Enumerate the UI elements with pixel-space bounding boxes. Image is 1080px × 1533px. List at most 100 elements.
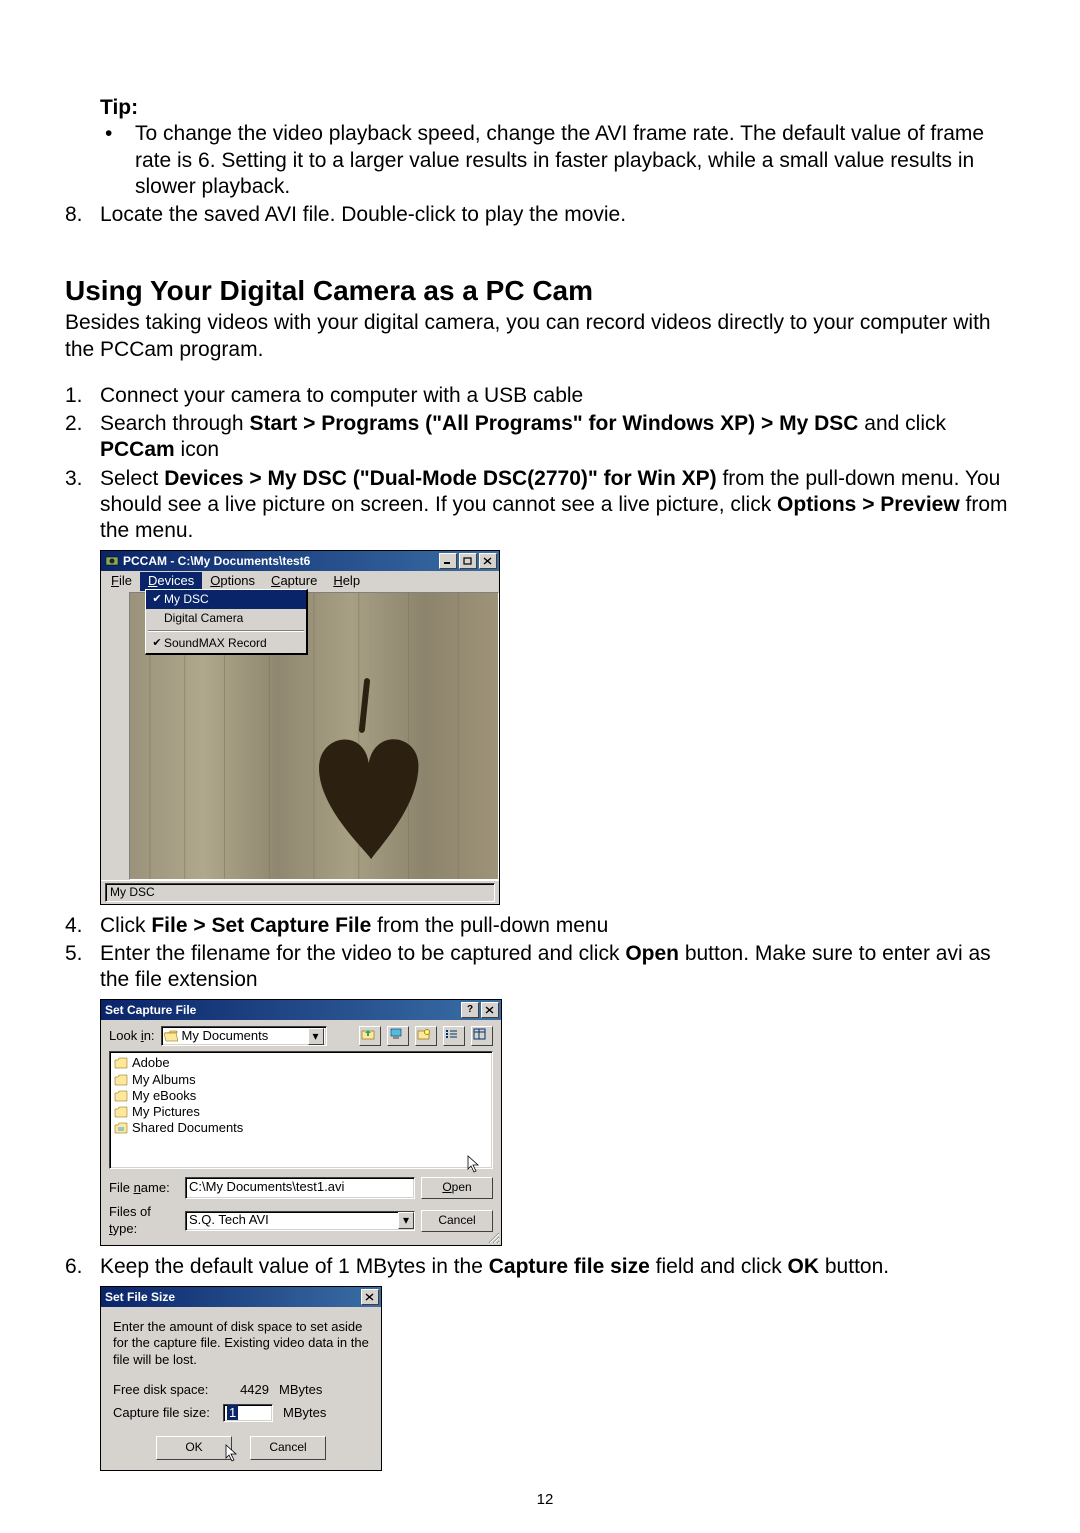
- menu-help[interactable]: Help: [325, 572, 368, 590]
- window-title: Set Capture File: [105, 1003, 196, 1018]
- capturesize-input[interactable]: 1: [223, 1404, 273, 1422]
- open-button[interactable]: Open: [421, 1177, 493, 1199]
- help-button[interactable]: ?: [461, 1002, 479, 1018]
- menu-devices[interactable]: Devices: [140, 572, 202, 590]
- cancel-button[interactable]: Cancel: [250, 1436, 326, 1460]
- dropdown-item-mydsc[interactable]: ✔ My DSC: [146, 590, 306, 609]
- text: field and click: [650, 1255, 788, 1278]
- filename-input[interactable]: C:\My Documents\test1.avi: [185, 1177, 415, 1199]
- folder-icon: [114, 1074, 128, 1086]
- devices-dropdown[interactable]: ✔ My DSC Digital Camera ✔ SoundMAX Recor…: [145, 589, 308, 655]
- titlebar[interactable]: Set File Size: [101, 1287, 381, 1307]
- filesize-screenshot: Set File Size Enter the amount of disk s…: [100, 1286, 1025, 1471]
- text-bold: Start > Programs ("All Programs" for Win…: [249, 412, 858, 435]
- section-intro: Besides taking videos with your digital …: [65, 310, 1025, 363]
- capturesize-value: 1: [227, 1405, 238, 1420]
- resize-grip-icon[interactable]: [486, 1230, 500, 1244]
- titlebar[interactable]: PCCAM - C:\My Documents\test6: [101, 551, 499, 571]
- list-item[interactable]: My Pictures: [114, 1104, 488, 1120]
- step-text: Locate the saved AVI file. Double-click …: [100, 202, 1025, 228]
- step-number: 5.: [65, 941, 100, 994]
- dropdown-arrow[interactable]: ▾: [398, 1212, 414, 1229]
- status-text: My DSC: [110, 885, 155, 899]
- step-text: Select Devices > My DSC ("Dual-Mode DSC(…: [100, 466, 1025, 545]
- list-item[interactable]: Adobe: [114, 1055, 488, 1071]
- step-text: Click File > Set Capture File from the p…: [100, 913, 1025, 939]
- pccam-window: PCCAM - C:\My Documents\test6 File Devic…: [100, 550, 500, 904]
- filesize-message: Enter the amount of disk space to set as…: [113, 1319, 369, 1368]
- folder-icon: [114, 1122, 128, 1134]
- folder-name: Shared Documents: [132, 1120, 243, 1136]
- folder-open-icon: [164, 1030, 178, 1042]
- filetype-dropdown[interactable]: S.Q. Tech AVI ▾: [185, 1211, 415, 1231]
- step-3: 3. Select Devices > My DSC ("Dual-Mode D…: [65, 466, 1025, 545]
- folder-icon: [114, 1106, 128, 1118]
- text-bold: PCCam: [100, 438, 175, 461]
- section-heading: Using Your Digital Camera as a PC Cam: [65, 273, 1025, 308]
- text-bold: File > Set Capture File: [151, 914, 371, 937]
- text-bold: OK: [788, 1255, 820, 1278]
- statusbar: My DSC: [101, 880, 499, 904]
- close-button[interactable]: [361, 1289, 379, 1305]
- menu-options[interactable]: Options: [202, 572, 263, 590]
- desktop-button[interactable]: [387, 1026, 409, 1046]
- step-number: 6.: [65, 1254, 100, 1280]
- text: Click: [100, 914, 151, 937]
- text: Keep the default value of 1 MBytes in th…: [100, 1255, 489, 1278]
- step-5: 5. Enter the filename for the video to b…: [65, 941, 1025, 994]
- folder-icon: [114, 1090, 128, 1102]
- step-text: Keep the default value of 1 MBytes in th…: [100, 1254, 1025, 1280]
- file-list[interactable]: Adobe My Albums My eBooks My Pictures Sh…: [109, 1051, 493, 1169]
- text: and click: [858, 412, 946, 435]
- titlebar[interactable]: Set Capture File ?: [101, 1000, 501, 1020]
- tip-label: Tip:: [100, 95, 1025, 121]
- lookin-dropdown[interactable]: My Documents ▾: [161, 1026, 327, 1046]
- step-number: 2.: [65, 411, 100, 464]
- document-page: Tip: • To change the video playback spee…: [0, 0, 1080, 1510]
- dropdown-label: My DSC: [164, 592, 209, 607]
- filename-label: File name:: [109, 1180, 179, 1196]
- folder-name: My Albums: [132, 1072, 196, 1088]
- minimize-button[interactable]: [439, 553, 457, 569]
- filetype-label: Files of type:: [109, 1204, 179, 1237]
- list-item[interactable]: Shared Documents: [114, 1120, 488, 1136]
- menu-capture[interactable]: Capture: [263, 572, 325, 590]
- step-2: 2. Search through Start > Programs ("All…: [65, 411, 1025, 464]
- capturefile-dialog: Set Capture File ? Look in: My Documents…: [100, 999, 502, 1246]
- dropdown-arrow[interactable]: ▾: [308, 1028, 324, 1045]
- maximize-button[interactable]: [459, 553, 477, 569]
- step-text: Search through Start > Programs ("All Pr…: [100, 411, 1025, 464]
- dropdown-label: Digital Camera: [164, 611, 243, 626]
- text: icon: [175, 438, 219, 461]
- tip-bullet: • To change the video playback speed, ch…: [100, 121, 1025, 200]
- window-title: Set File Size: [105, 1290, 175, 1305]
- list-view-button[interactable]: [443, 1026, 465, 1046]
- page-number: 12: [65, 1491, 1025, 1510]
- step-number: 3.: [65, 466, 100, 545]
- folder-name: Adobe: [132, 1055, 170, 1071]
- details-view-button[interactable]: [471, 1026, 493, 1046]
- dropdown-item-soundmax[interactable]: ✔ SoundMAX Record: [146, 634, 306, 653]
- pccam-screenshot: PCCAM - C:\My Documents\test6 File Devic…: [100, 550, 1025, 904]
- cancel-button[interactable]: Cancel: [421, 1210, 493, 1232]
- freedisk-value: 4429: [223, 1382, 269, 1398]
- text-bold: Capture file size: [489, 1255, 650, 1278]
- ok-button[interactable]: OK: [156, 1436, 232, 1460]
- list-item[interactable]: My eBooks: [114, 1088, 488, 1104]
- list-item[interactable]: My Albums: [114, 1072, 488, 1088]
- bullet-dot: •: [100, 121, 135, 200]
- close-button[interactable]: [481, 1002, 499, 1018]
- window-title: PCCAM - C:\My Documents\test6: [123, 554, 310, 569]
- folder-icon: [114, 1057, 128, 1069]
- dropdown-item-digitalcamera[interactable]: Digital Camera: [146, 609, 306, 628]
- dropdown-label: SoundMAX Record: [164, 636, 267, 651]
- new-folder-button[interactable]: [415, 1026, 437, 1046]
- step-text: Enter the filename for the video to be c…: [100, 941, 1025, 994]
- step-4: 4. Click File > Set Capture File from th…: [65, 913, 1025, 939]
- menu-file[interactable]: File: [103, 572, 140, 590]
- mbytes-label: MBytes: [283, 1405, 326, 1421]
- close-button[interactable]: [479, 553, 497, 569]
- folder-name: My Pictures: [132, 1104, 200, 1120]
- up-folder-button[interactable]: [359, 1026, 381, 1046]
- lookin-label: Look in:: [109, 1028, 155, 1044]
